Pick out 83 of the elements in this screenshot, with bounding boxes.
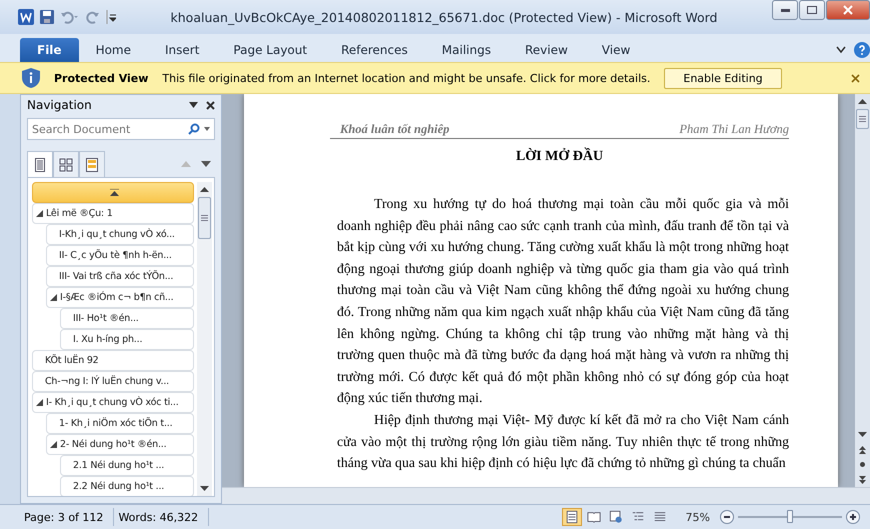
close-icon[interactable] xyxy=(206,100,215,110)
minus-icon xyxy=(724,516,730,518)
heading-item[interactable]: I-Kh¸i qu¸t chung vÒ xó... xyxy=(46,224,194,245)
ribbon-tab[interactable]: Insert xyxy=(148,38,216,62)
word-logo-icon[interactable] xyxy=(18,9,34,25)
close-icon xyxy=(843,5,853,15)
scroll-thumb[interactable] xyxy=(856,109,869,129)
book-icon xyxy=(586,510,601,524)
globe-page-icon xyxy=(608,510,623,524)
expanded-icon[interactable] xyxy=(50,294,57,301)
dropdown-icon[interactable] xyxy=(189,102,198,108)
ribbon-tab[interactable]: Page Layout xyxy=(216,38,324,62)
expanded-icon[interactable] xyxy=(36,210,43,217)
enable-editing-button[interactable]: Enable Editing xyxy=(664,68,782,88)
close-button[interactable] xyxy=(826,0,870,20)
select-browse-icon[interactable] xyxy=(860,462,865,467)
ribbon-tab[interactable]: File xyxy=(20,38,79,62)
ribbon-tab[interactable]: Mailings xyxy=(424,38,508,62)
customize-icon[interactable] xyxy=(106,10,116,24)
pane-title: Navigation xyxy=(27,98,92,112)
next-icon[interactable] xyxy=(201,161,211,167)
minimize-button[interactable] xyxy=(772,0,798,20)
view-tab[interactable] xyxy=(79,151,105,177)
heading-item[interactable]: KÕt luËn 92 xyxy=(32,350,194,371)
zoom-in-button[interactable] xyxy=(846,510,860,524)
help-icon[interactable] xyxy=(854,42,870,58)
header-title: Khoá luân tốt nghiêp xyxy=(340,122,450,137)
heading-item[interactable]: 2- Néi dung ho¹t ®én... xyxy=(46,434,194,455)
view-tab[interactable] xyxy=(27,151,53,177)
plus-icon xyxy=(850,514,856,520)
document-list-icon xyxy=(35,158,45,172)
scroll-up-icon[interactable] xyxy=(200,187,209,192)
next-page-icon[interactable] xyxy=(859,476,866,484)
heading-item[interactable]: 1- Kh¸i niÖm xóc tiÕn t... xyxy=(46,413,194,434)
chevron-icon[interactable] xyxy=(836,46,846,54)
draft-icon xyxy=(652,510,667,524)
zoom-out-button[interactable] xyxy=(720,510,734,524)
scroll-up-icon[interactable] xyxy=(858,99,867,104)
paragraph: Hiệp định thương mại Việt- Mỹ được kí kết đã mở ra cho Việt Nam cánh cửa vào một thị trường rộng lớn giàu tiềm năng. Tuy nhiên thực tế trong những tháng vừa qua sau khi hiệp định có hiệu lực đã chứng tỏ những gì chúng ta chuẩn xyxy=(336,410,789,472)
page-count: Page: 3 of 112 xyxy=(20,508,114,526)
search-field[interactable]: Search Document xyxy=(27,118,215,140)
message-title: Protected View xyxy=(54,72,148,84)
view-button[interactable] xyxy=(562,508,582,526)
go-to-top-icon[interactable] xyxy=(110,189,118,196)
warning-message: This file originated from an Internet location and might be unsafe. Click for more details. xyxy=(162,72,650,84)
scroll-thumb[interactable] xyxy=(198,197,211,239)
slider-thumb[interactable] xyxy=(787,510,793,523)
header-author: Pham Thi Lan Hương xyxy=(679,122,789,137)
results-list-icon xyxy=(86,158,98,172)
heading-item[interactable]: 2.2 Néi dung ho¹t ... xyxy=(60,476,194,496)
thumbnails-icon xyxy=(59,158,73,172)
heading-item[interactable]: I-§Æc ®iÓm c¬ b¶n cñ... xyxy=(46,287,194,308)
scroll-down-icon[interactable] xyxy=(858,432,867,437)
dropdown-icon[interactable] xyxy=(204,127,210,131)
heading-item[interactable]: I. Xu h-íng ph... xyxy=(60,329,194,350)
word-count: Words: 46,322 xyxy=(114,508,210,526)
print-layout-icon xyxy=(564,510,579,524)
save-icon[interactable] xyxy=(40,10,54,24)
heading-item[interactable]: Lêi më ®Çu: 1 xyxy=(32,203,194,224)
ribbon-tab[interactable]: Review xyxy=(508,38,585,62)
document-heading: LỜI MỞ ĐẦU xyxy=(514,149,604,165)
scroll-down-icon[interactable] xyxy=(200,486,209,491)
expanded-icon[interactable] xyxy=(50,441,57,448)
view-tab[interactable] xyxy=(53,151,79,177)
window-title: khoaluan_UvBcOkCAye_20140802011812_65671.doc (Protected View) - Microsoft Word xyxy=(170,10,718,24)
search-icon[interactable] xyxy=(188,123,200,135)
heading-item[interactable]: Ch-¬ng I: lÝ luËn chung v... xyxy=(32,371,194,392)
ribbon-tab[interactable]: References xyxy=(324,38,425,62)
minimize-icon xyxy=(780,8,790,12)
heading-item[interactable]: 2.1 Néi dung ho¹t ... xyxy=(60,455,194,476)
maximize-icon xyxy=(807,6,817,14)
heading-item[interactable]: I- Kh¸i qu¸t chung vÒ xóc ti... xyxy=(32,392,194,413)
paragraph: Trong xu hướng tự do hoá thương mại toàn cầu mỗi quốc gia và mỗi doanh nghiệp đều phải nâng cao sức cạnh tranh của mình, đấu tranh để tồn tại và bắt kịp cùng với xu hướng chung. Tăng cường xuất khẩu là một trong những hoạt động ngoại thương giúp doanh nghiệp và từng quốc gia tham gia vào quá trình thương mại toàn cầu và Việt Nam cũng không thể đứng ngoài xu hướng chung đó. Trong những năm qua kim ngạch xuất nhập khẩu của Việt Nam cũng đã tăng lên không ngừng. Chúng ta không chỉ tập trung vào những mặt hàng và thị trường quen thuộc mà đã từng bước đa dạng hoá mặt hàng và vươn ra những thị trường mới. Có được kết quả đó một phần không nhỏ có sự đóng góp của hoạt động xúc tiến thương mại. xyxy=(336,195,789,408)
maximize-button[interactable] xyxy=(799,0,825,20)
heading-item[interactable]: III- Vai trß cña xóc tÝÕn... xyxy=(46,266,194,287)
ribbon-tab[interactable]: Home xyxy=(78,38,148,62)
heading-item[interactable]: II- C¸c yÕu tè ¶nh h-ën... xyxy=(46,245,194,266)
previous-page-icon[interactable] xyxy=(859,446,866,454)
expanded-icon[interactable] xyxy=(36,399,43,406)
shield-icon xyxy=(22,68,40,88)
heading-item[interactable]: III- Ho¹t ®én... xyxy=(60,308,194,329)
ribbon-tab[interactable]: View xyxy=(584,38,648,62)
zoom-level: 75% xyxy=(686,510,710,524)
